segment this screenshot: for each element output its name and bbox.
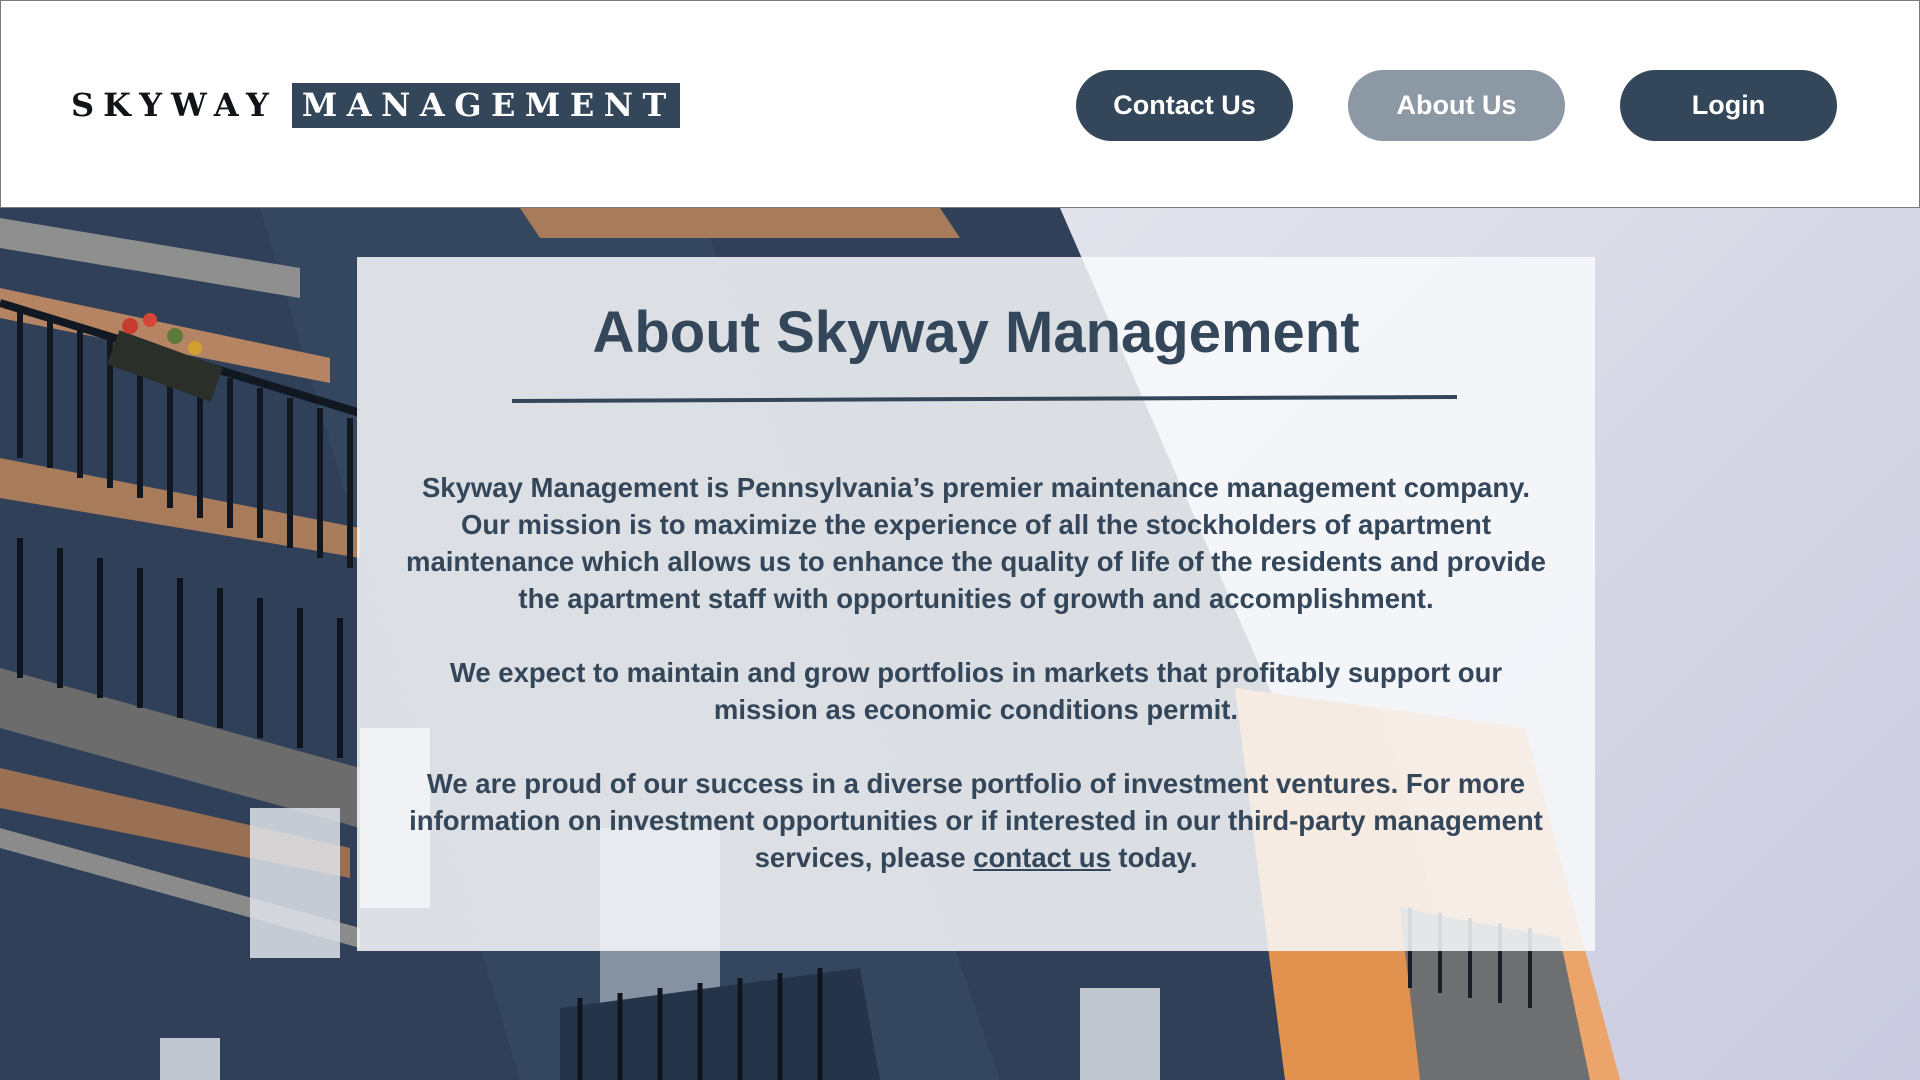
about-body: Skyway Management is Pennsylvania’s prem… <box>397 469 1555 876</box>
logo-word-management: MANAGEMENT <box>291 83 680 128</box>
contact-us-inline-link[interactable]: contact us <box>973 842 1111 873</box>
login-button[interactable]: Login <box>1620 70 1837 141</box>
about-paragraph-1: Skyway Management is Pennsylvania’s prem… <box>406 472 1546 614</box>
title-divider <box>512 395 1457 403</box>
paragraph-3-text-after: today. <box>1110 842 1198 873</box>
about-card: About Skyway Management Skyway Managemen… <box>357 257 1595 951</box>
site-header: SKYWAY MANAGEMENT Contact Us About Us Lo… <box>0 0 1920 208</box>
site-logo[interactable]: SKYWAY MANAGEMENT <box>71 83 680 128</box>
logo-word-skyway: SKYWAY <box>71 86 278 124</box>
about-paragraph-3: We are proud of our success in a diverse… <box>397 765 1555 876</box>
page-title: About Skyway Management <box>592 300 1360 365</box>
about-us-button[interactable]: About Us <box>1348 70 1565 141</box>
about-paragraph-2: We expect to maintain and grow portfolio… <box>449 657 1503 725</box>
contact-us-button[interactable]: Contact Us <box>1076 70 1293 141</box>
